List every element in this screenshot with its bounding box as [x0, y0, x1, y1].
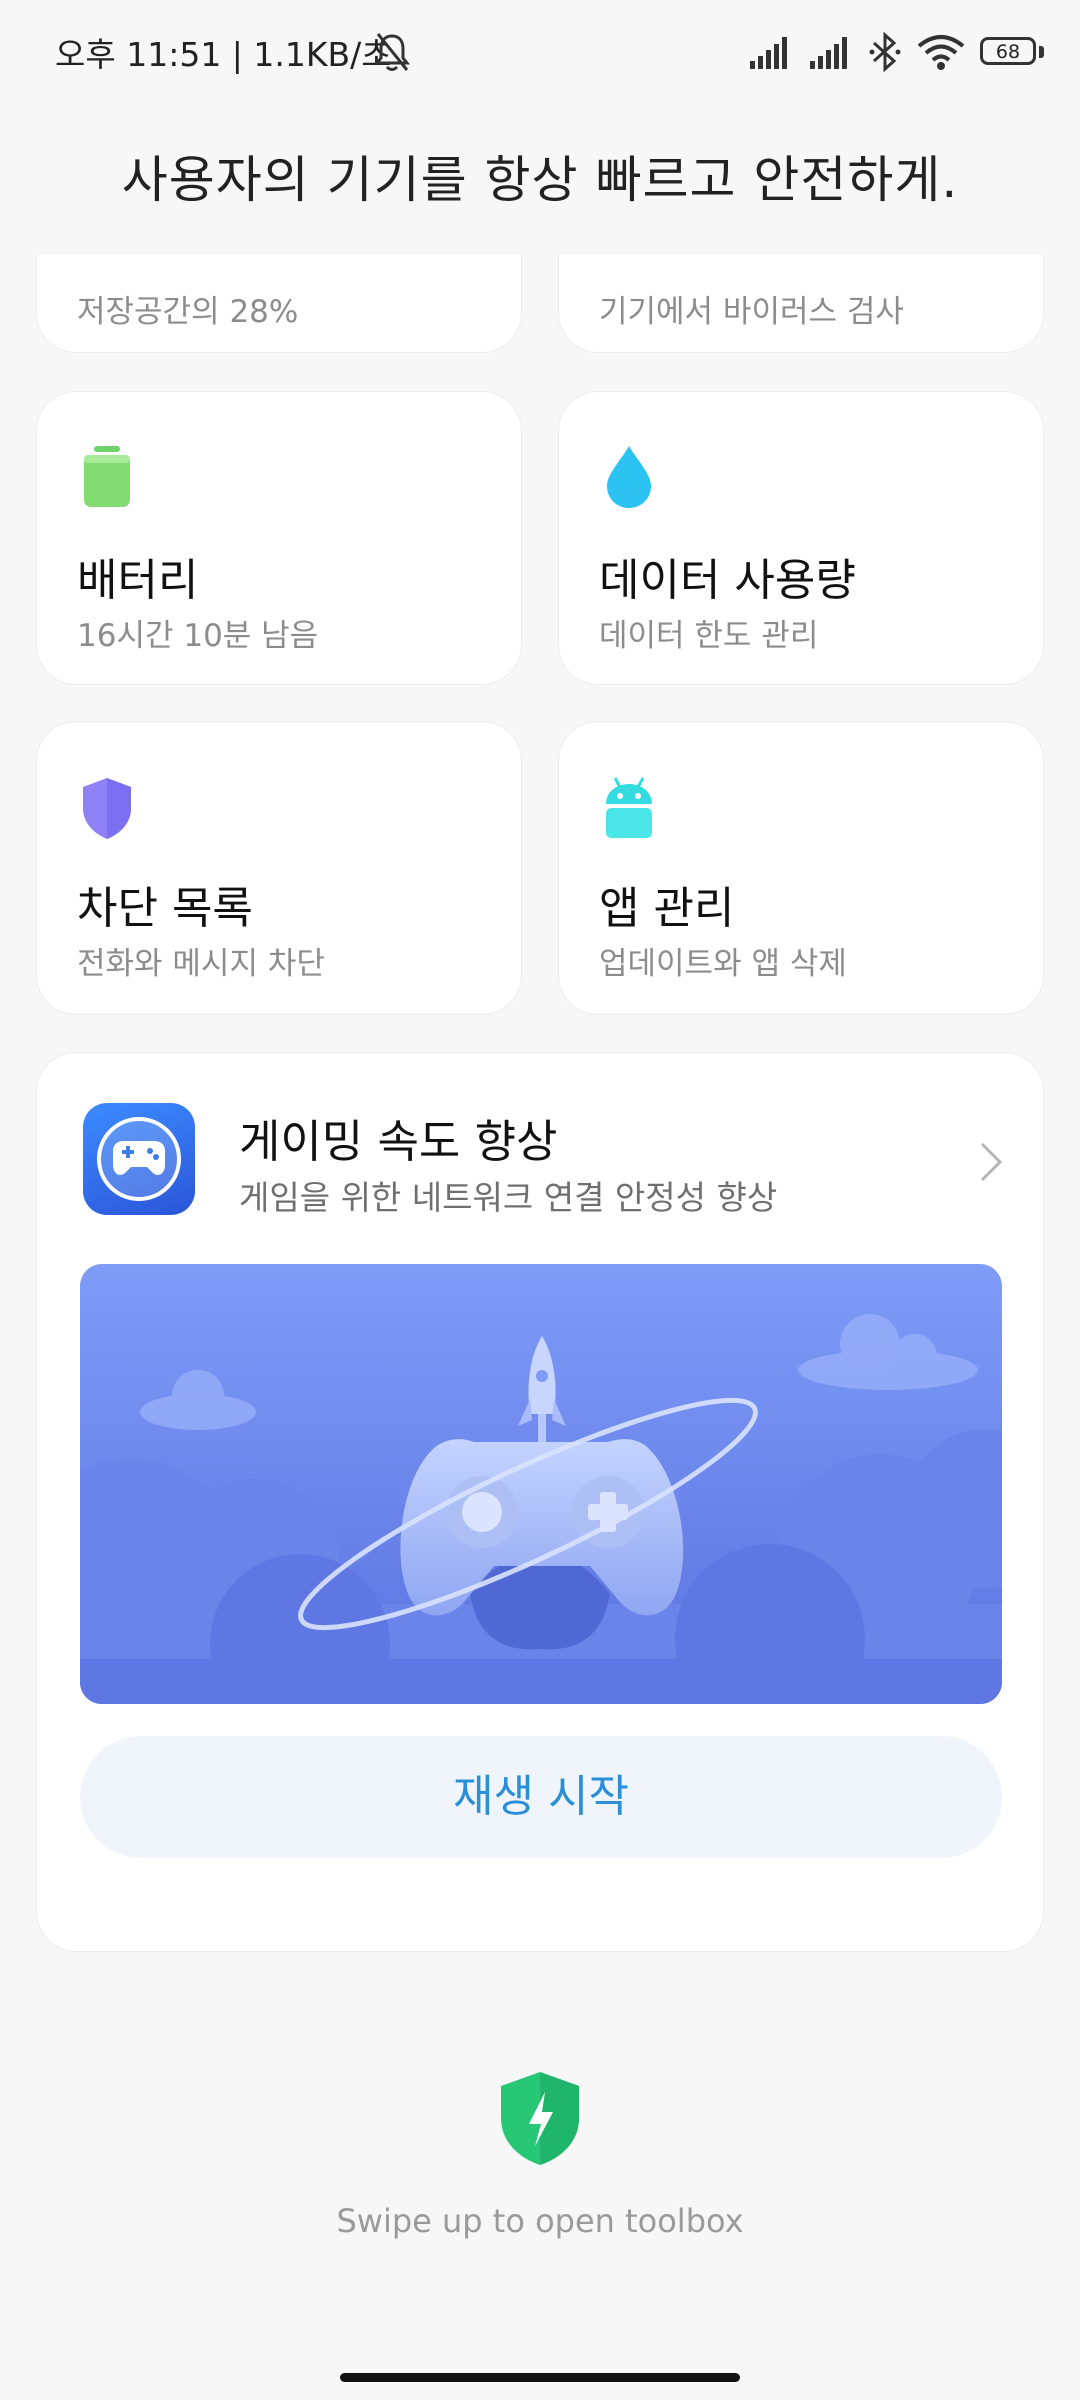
gamepad-icon [97, 1117, 181, 1201]
card-title: 데이터 사용량 [599, 555, 856, 606]
security-scan-card[interactable]: 기기에서 바이러스 검사 [558, 255, 1044, 353]
block-list-card[interactable]: 차단 목록 전화와 메시지 차단 [36, 721, 522, 1015]
page-headline: 사용자의 기기를 항상 빠르고 안전하게. [121, 151, 959, 209]
lightning-shield-icon[interactable] [497, 2068, 583, 2168]
battery-icon [84, 446, 130, 507]
card-subtitle: 기기에서 바이러스 검사 [599, 294, 904, 330]
battery-level: 68 [995, 41, 1021, 63]
game-banner-illustration [80, 1264, 1002, 1704]
signal-icon [810, 37, 847, 69]
status-time: 오후 11:51 | 1.1KB/초 [55, 35, 392, 74]
battery-card[interactable]: 배터리 16시간 10분 남음 [36, 391, 522, 685]
card-title: 차단 목록 [77, 883, 253, 934]
card-title: 배터리 [77, 555, 199, 606]
card-subtitle: 전화와 메시지 차단 [77, 946, 325, 982]
data-usage-card[interactable]: 데이터 사용량 데이터 한도 관리 [558, 391, 1044, 685]
status-bar: 오후 11:51 | 1.1KB/초 68 [0, 0, 1080, 100]
card-title: 앱 관리 [599, 883, 735, 934]
shield-icon [83, 778, 131, 839]
game-booster-app-icon[interactable] [83, 1103, 195, 1215]
water-drop-icon [607, 446, 651, 508]
card-subtitle: 저장공간의 28% [77, 294, 299, 330]
card-subtitle: 데이터 한도 관리 [599, 618, 819, 654]
game-booster-subtitle: 게임을 위한 네트워크 연결 안정성 향상 [239, 1178, 778, 1217]
game-booster-title: 게이밍 속도 향상 [239, 1115, 558, 1168]
signal-icon [750, 37, 787, 69]
status-icons: 68 [748, 30, 1044, 74]
battery-icon: 68 [980, 35, 1044, 69]
chevron-right-icon[interactable] [979, 1141, 1003, 1183]
app-manager-card[interactable]: 앱 관리 업데이트와 앱 삭제 [558, 721, 1044, 1015]
bluetooth-icon [869, 32, 901, 72]
storage-card[interactable]: 저장공간의 28% [36, 255, 522, 353]
card-subtitle: 업데이트와 앱 삭제 [599, 946, 847, 982]
game-booster-card: 게이밍 속도 향상 게임을 위한 네트워크 연결 안정성 향상 재생 시작 [36, 1052, 1044, 1952]
toolbox-hint: Swipe up to open toolbox [336, 2202, 744, 2240]
wifi-icon [917, 35, 965, 70]
bell-off-icon [373, 33, 411, 71]
home-indicator[interactable] [340, 2373, 740, 2382]
android-icon [606, 777, 652, 838]
feature-list[interactable]: 저장공간의 28% 기기에서 바이러스 검사 배터리 16시간 10분 남음 데… [0, 255, 1080, 1955]
card-subtitle: 16시간 10분 남음 [77, 618, 319, 654]
start-play-button[interactable]: 재생 시작 [80, 1736, 1002, 1858]
